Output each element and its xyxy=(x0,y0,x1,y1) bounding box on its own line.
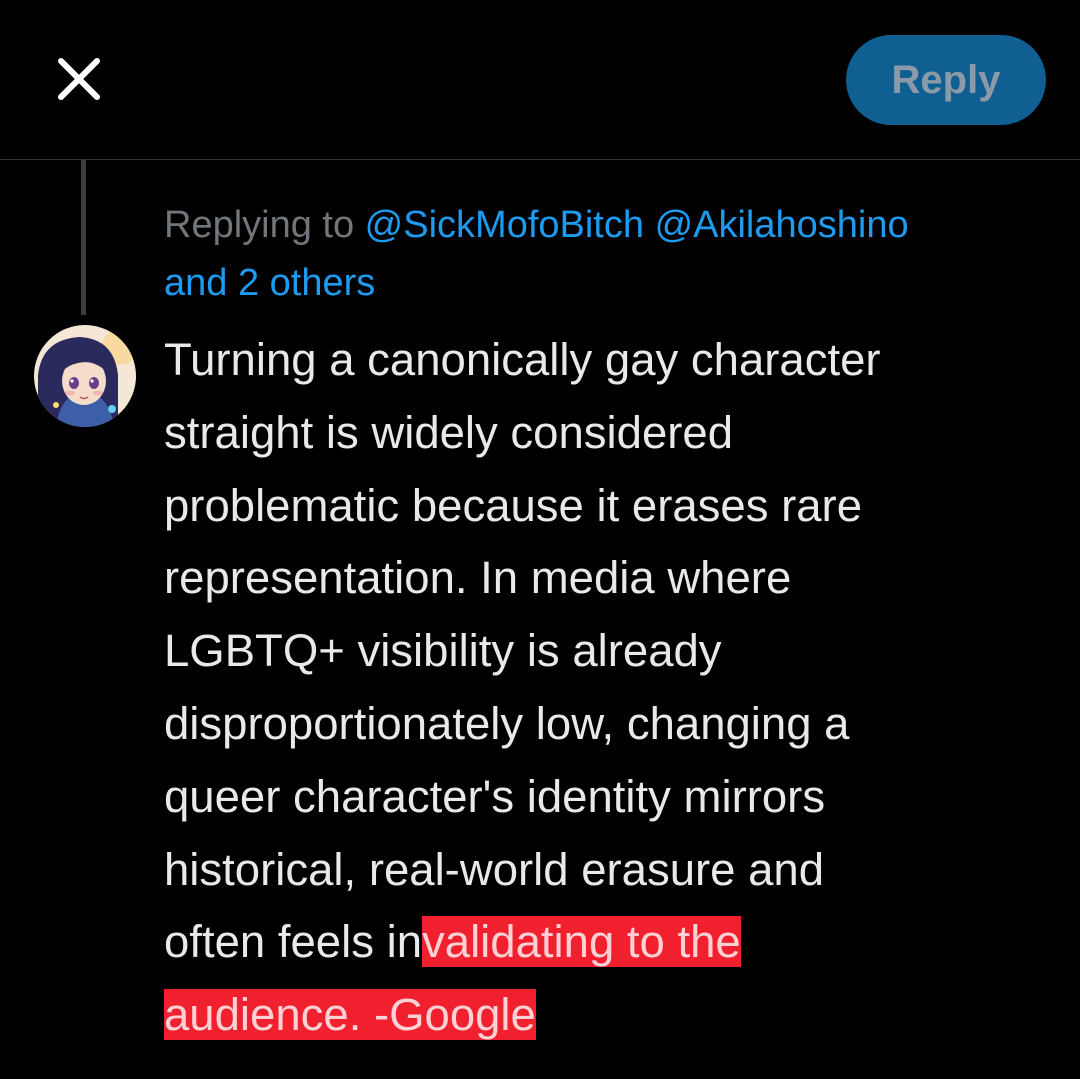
compose-header: Reply xyxy=(0,0,1080,160)
tweet-text: Turning a canonically gay character stra… xyxy=(164,324,1044,1052)
highlighted-text-1: validating to the xyxy=(422,916,741,968)
mention-sickmofobitch[interactable]: @SickMofoBitch xyxy=(365,204,644,246)
close-button[interactable] xyxy=(52,52,106,106)
close-icon xyxy=(58,58,100,100)
mention-akilahoshino[interactable]: @Akilahoshino xyxy=(655,204,909,246)
replying-to-prefix: Replying to xyxy=(164,204,365,246)
highlighted-text-2: audience. -Google xyxy=(164,989,536,1041)
replying-to: Replying to @SickMofoBitch @Akilahoshino… xyxy=(164,196,1044,312)
tweet-text-body: Turning a canonically gay character stra… xyxy=(164,334,881,968)
mention-others[interactable]: and 2 others xyxy=(164,262,375,304)
thread-connector-line xyxy=(81,160,86,315)
user-avatar-icon xyxy=(34,325,136,427)
avatar[interactable] xyxy=(34,325,136,427)
reply-button[interactable]: Reply xyxy=(846,35,1046,125)
